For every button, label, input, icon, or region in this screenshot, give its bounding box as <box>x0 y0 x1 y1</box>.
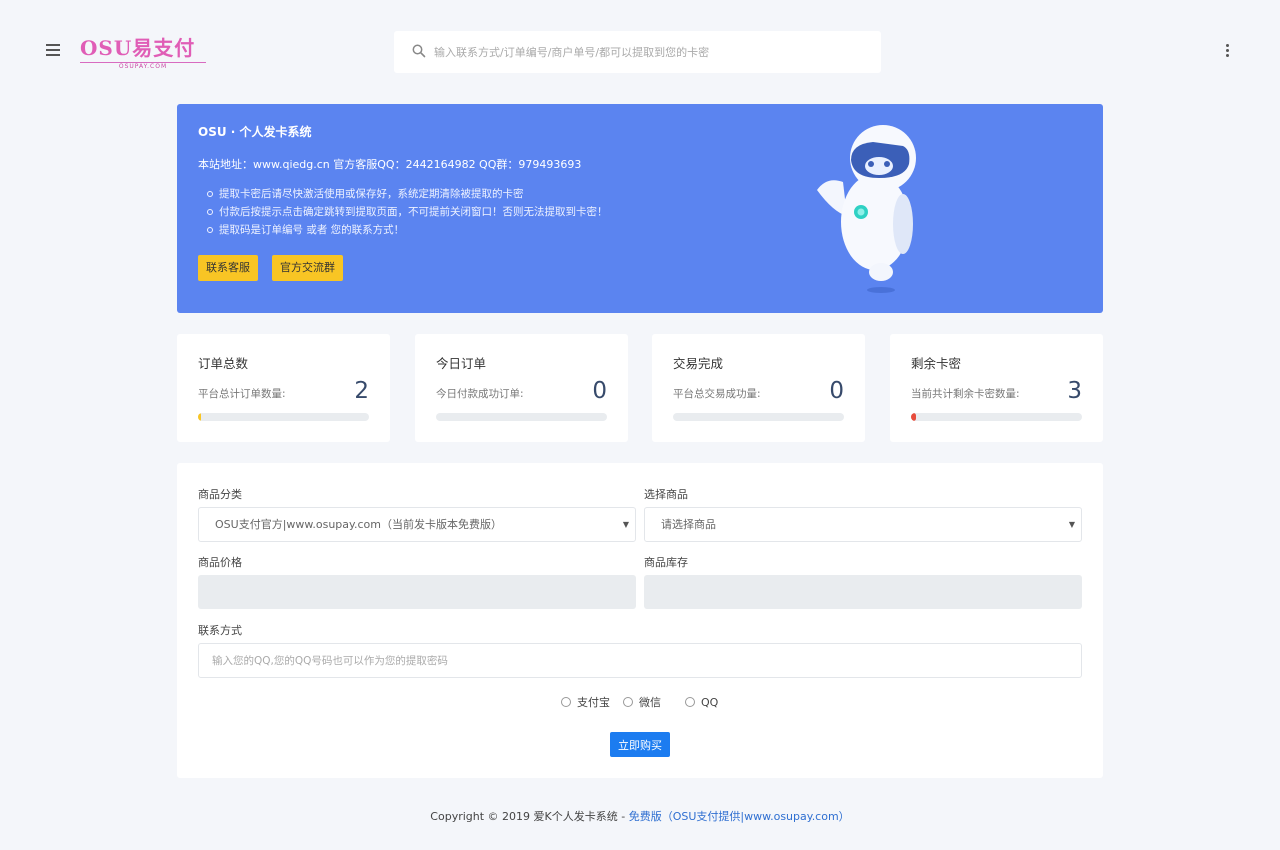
stat-progress-fill <box>198 413 202 421</box>
stat-progress-bar <box>911 413 1082 421</box>
menu-icon[interactable] <box>46 44 60 58</box>
stat-value: 3 <box>1067 378 1082 404</box>
category-label: 商品分类 <box>198 488 242 501</box>
stat-progress-fill <box>911 413 917 421</box>
stat-value: 0 <box>829 378 844 404</box>
stat-label: 当前共计剩余卡密数量: <box>911 388 1020 400</box>
product-selected-value: 请选择商品 <box>661 518 716 531</box>
pay-alipay-radio[interactable]: 支付宝 <box>561 695 610 709</box>
radio-label: QQ <box>701 695 719 709</box>
product-select[interactable]: 请选择商品 ▼ <box>644 507 1082 542</box>
radio-circle <box>623 697 633 707</box>
radio-label: 微信 <box>639 696 661 709</box>
header: OSU易支付 OSUPAY.COM <box>0 0 1280 104</box>
copyright-text: Copyright © 2019 爱K个人发卡系统 - <box>430 810 629 823</box>
stat-value: 2 <box>354 378 369 404</box>
search-icon <box>412 44 426 58</box>
category-selected-value: OSU支付官方|www.osupay.com（当前发卡版本免费版） <box>215 518 502 531</box>
pay-wechat-radio[interactable]: 微信 <box>623 695 661 709</box>
stat-progress-bar <box>198 413 369 421</box>
more-options-icon[interactable] <box>1220 44 1234 60</box>
category-select[interactable]: OSU支付官方|www.osupay.com（当前发卡版本免费版） ▼ <box>198 507 636 542</box>
official-group-button[interactable]: 官方交流群 <box>272 255 343 281</box>
purchase-form: 商品分类 OSU支付官方|www.osupay.com（当前发卡版本免费版） ▼… <box>177 463 1103 778</box>
stat-card-completed-trades: 交易完成 平台总交易成功量: 0 <box>652 334 865 442</box>
banner-note: 付款后按提示点击确定跳转到提取页面，不可提前关闭窗口！否则无法提取到卡密！ <box>207 203 608 221</box>
radio-label: 支付宝 <box>577 696 610 709</box>
footer-link[interactable]: 免费版（OSU支付提供|www.osupay.com） <box>629 810 850 823</box>
search-bar <box>394 31 881 73</box>
banner-title: OSU · 个人发卡系统 <box>198 125 312 139</box>
info-banner: OSU · 个人发卡系统 本站地址：www.qiedg.cn 官方客服QQ：24… <box>177 104 1103 313</box>
stat-progress-bar <box>673 413 844 421</box>
stat-card-today-orders: 今日订单 今日付款成功订单: 0 <box>415 334 628 442</box>
stat-title: 剩余卡密 <box>911 356 962 371</box>
banner-note: 提取卡密后请尽快激活使用或保存好，系统定期清除被提取的卡密 <box>207 185 608 203</box>
logo[interactable]: OSU易支付 OSUPAY.COM <box>80 36 206 70</box>
search-input[interactable] <box>434 31 864 73</box>
robot-illustration <box>817 125 916 293</box>
banner-note: 提取码是订单编号 或者 您的联系方式！ <box>207 221 608 239</box>
stat-value: 0 <box>592 378 607 404</box>
radio-circle <box>561 697 571 707</box>
stat-title: 今日订单 <box>436 356 487 371</box>
stat-label: 平台总计订单数量: <box>198 388 286 400</box>
radio-circle <box>685 697 695 707</box>
stat-progress-bar <box>436 413 607 421</box>
stat-title: 订单总数 <box>198 356 249 371</box>
chevron-down-icon: ▼ <box>622 520 629 529</box>
pay-qq-radio[interactable]: QQ <box>685 695 718 709</box>
banner-contact-info: 本站地址：www.qiedg.cn 官方客服QQ：2442164982 QQ群：… <box>198 158 582 171</box>
product-label: 选择商品 <box>644 488 688 501</box>
price-label: 商品价格 <box>198 556 242 569</box>
stock-label: 商品库存 <box>644 556 688 569</box>
banner-notes: 提取卡密后请尽快激活使用或保存好，系统定期清除被提取的卡密 付款后按提示点击确定… <box>207 185 608 239</box>
stat-title: 交易完成 <box>673 356 724 371</box>
stat-label: 平台总交易成功量: <box>673 388 761 400</box>
price-field <box>198 575 636 609</box>
stat-card-total-orders: 订单总数 平台总计订单数量: 2 <box>177 334 390 442</box>
contact-service-button[interactable]: 联系客服 <box>198 255 258 281</box>
logo-subtext: OSUPAY.COM <box>80 62 206 71</box>
stat-card-remaining-cards: 剩余卡密 当前共计剩余卡密数量: 3 <box>890 334 1103 442</box>
stat-label: 今日付款成功订单: <box>436 388 524 400</box>
buy-now-button[interactable]: 立即购买 <box>610 732 670 757</box>
contact-input[interactable] <box>198 643 1082 678</box>
logo-text: OSU易支付 <box>80 36 196 60</box>
stock-field <box>644 575 1082 609</box>
footer: Copyright © 2019 爱K个人发卡系统 - 免费版（OSU支付提供|… <box>0 808 1280 824</box>
chevron-down-icon: ▼ <box>1068 520 1075 529</box>
contact-label: 联系方式 <box>198 624 242 637</box>
